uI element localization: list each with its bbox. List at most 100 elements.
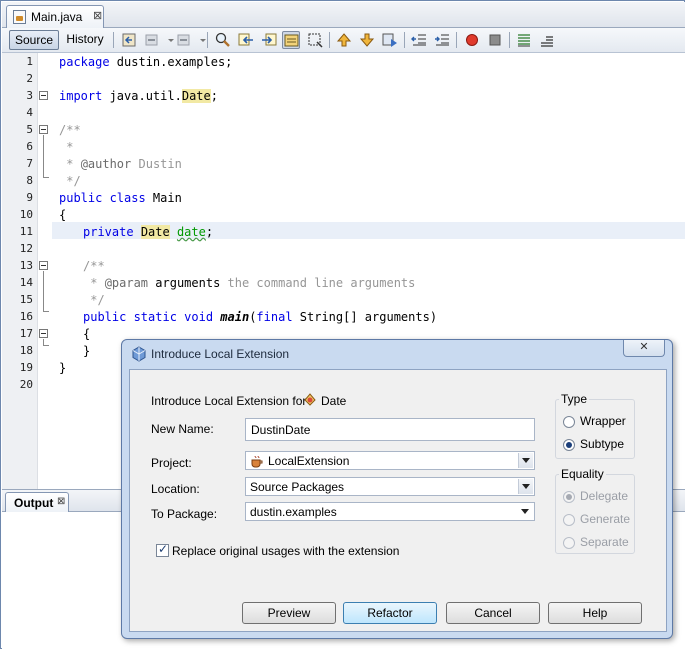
cancel-button[interactable]: Cancel	[446, 602, 540, 624]
stop-macro-icon[interactable]	[486, 31, 504, 49]
comment-icon[interactable]	[515, 31, 533, 49]
code-line-9: public class Main	[59, 191, 182, 205]
fold-toggle-icon[interactable]	[39, 91, 48, 100]
code-line-19: }	[59, 361, 67, 375]
tab-close-icon[interactable]: ⊠	[93, 9, 102, 22]
radio-wrapper[interactable]	[563, 416, 575, 428]
help-button[interactable]: Help	[548, 602, 642, 624]
output-tab-label: Output	[14, 496, 54, 510]
keyword: public static void	[83, 310, 214, 324]
history-view-button[interactable]: History	[62, 30, 108, 50]
chevron-down-icon[interactable]	[518, 453, 533, 468]
dialog-title: Introduce Local Extension	[151, 347, 290, 361]
line-number: 6	[26, 140, 33, 153]
chevron-down-icon[interactable]	[518, 479, 533, 494]
code-line-11: private Date date;	[83, 225, 213, 239]
toggle-highlight-icon[interactable]	[282, 31, 300, 49]
code-line-15: */	[83, 293, 105, 307]
java-file-icon	[13, 10, 26, 24]
radio-wrapper-label: Wrapper	[580, 414, 626, 428]
code-text: dustin.examples;	[109, 55, 233, 69]
line-number: 4	[26, 106, 33, 119]
line-number: 15	[19, 293, 33, 306]
refactor-button[interactable]: Refactor	[343, 602, 437, 624]
toolbar-separator	[113, 32, 114, 48]
comment-text: Dustin	[131, 157, 182, 171]
find-next-icon[interactable]	[260, 31, 278, 49]
forward-dropdown-icon[interactable]	[194, 31, 206, 49]
preview-button[interactable]: Preview	[242, 602, 336, 624]
toolbar-separator	[207, 32, 208, 48]
editor-tab-strip: Main.java ⊠	[2, 2, 685, 28]
line-number: 2	[26, 72, 33, 85]
comment-text: *	[59, 157, 81, 171]
radio-delegate-label: Delegate	[580, 489, 629, 503]
fold-toggle-icon[interactable]	[39, 125, 48, 134]
radio-subtype[interactable]	[563, 439, 575, 451]
code-text: ;	[205, 225, 214, 239]
equality-group-title: Equality	[559, 467, 606, 481]
location-select[interactable]: Source Packages	[245, 477, 535, 496]
project-select[interactable]: LocalExtension	[245, 451, 535, 470]
line-number: 5	[26, 123, 33, 136]
dialog-close-button[interactable]: ✕	[623, 340, 665, 357]
output-close-icon[interactable]: ⊠	[57, 496, 65, 507]
shift-left-icon[interactable]	[410, 31, 428, 49]
dialog-content: Introduce Local Extension for Date New N…	[129, 369, 667, 632]
keyword: private	[83, 225, 134, 239]
javadoc-tag: @param	[104, 276, 149, 290]
tab-output[interactable]: Output ⊠	[5, 492, 69, 512]
radio-subtype-label: Subtype	[580, 437, 625, 451]
fold-toggle-icon[interactable]	[39, 261, 48, 270]
tab-main-java[interactable]: Main.java ⊠	[6, 5, 104, 28]
class-icon	[302, 391, 318, 407]
highlighted-type: Date	[140, 225, 170, 239]
line-number-gutter: 1 2 3 4 5 6 7 8 9 10 11 12 13 14 15 16 1…	[2, 53, 38, 489]
code-text: ;	[210, 89, 218, 103]
start-macro-icon[interactable]	[463, 31, 481, 49]
line-number: 11	[19, 225, 33, 238]
package-select[interactable]: dustin.examples	[245, 502, 535, 521]
line-number: 7	[26, 157, 33, 170]
line-number: 17	[19, 327, 33, 340]
replace-usages-label: Replace original usages with the extensi…	[172, 544, 400, 558]
forward-icon[interactable]	[175, 31, 193, 49]
rectangular-selection-icon[interactable]	[306, 31, 324, 49]
code-text: Main	[145, 191, 182, 205]
fold-toggle-icon[interactable]	[39, 329, 48, 338]
dialog-titlebar[interactable]: Introduce Local Extension ✕	[122, 340, 672, 368]
find-previous-icon[interactable]	[237, 31, 255, 49]
source-view-button[interactable]: Source	[9, 30, 59, 50]
line-number: 12	[19, 242, 33, 255]
uncomment-icon[interactable]	[538, 31, 556, 49]
radio-separate[interactable]	[563, 537, 575, 549]
new-name-field[interactable]: DustinDate	[245, 418, 535, 441]
toolbar-separator	[329, 32, 330, 48]
next-bookmark-icon[interactable]	[358, 31, 376, 49]
shift-right-icon[interactable]	[433, 31, 451, 49]
netbeans-cube-icon	[132, 346, 146, 362]
radio-generate[interactable]	[563, 514, 575, 526]
package-value: dustin.examples	[250, 505, 337, 519]
code-line-18: }	[83, 344, 91, 358]
radio-separate-label: Separate	[580, 535, 629, 549]
toggle-bookmark-icon[interactable]	[381, 31, 399, 49]
location-value: Source Packages	[250, 480, 345, 494]
back-dropdown-icon[interactable]	[162, 31, 174, 49]
back-icon[interactable]	[143, 31, 161, 49]
keyword: public class	[59, 191, 146, 205]
param-name: arguments	[148, 276, 221, 290]
code-line-16: public static void main(final String[] a…	[83, 310, 437, 324]
chevron-down-icon[interactable]	[518, 504, 533, 519]
comment-text: *	[83, 276, 105, 290]
radio-delegate[interactable]	[563, 491, 575, 503]
last-edit-icon[interactable]	[120, 31, 138, 49]
find-icon[interactable]	[214, 31, 232, 49]
code-line-7: * @author Dustin	[59, 157, 182, 171]
fold-guide	[43, 271, 44, 311]
field-name: date	[176, 225, 206, 239]
previous-bookmark-icon[interactable]	[335, 31, 353, 49]
replace-usages-checkbox[interactable]	[156, 542, 169, 557]
code-line-17: {	[83, 327, 91, 341]
code-text: String[] arguments)	[292, 310, 438, 324]
